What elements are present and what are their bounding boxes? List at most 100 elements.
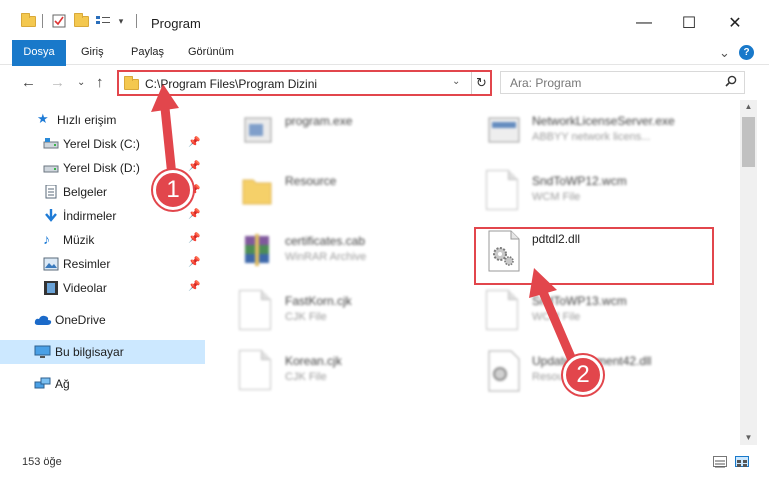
list-item[interactable]: Korean.cjk CJK File xyxy=(213,344,463,400)
sidebar-item-label: Videolar xyxy=(63,281,107,295)
list-item[interactable]: FastKorn.cjk CJK File xyxy=(213,284,463,340)
help-icon[interactable]: ? xyxy=(739,45,754,60)
list-item[interactable]: Resource xyxy=(213,164,463,220)
file-type: WinRAR Archive xyxy=(285,251,367,263)
minimize-button[interactable]: — xyxy=(621,8,667,38)
search-icon xyxy=(725,75,737,90)
sidebar-item-onedrive[interactable]: OneDrive xyxy=(0,308,205,332)
sidebar-item-label: Ağ xyxy=(55,377,70,391)
address-row: ← → ⌄ ↑ C:\Program Files\Program Dizini … xyxy=(0,66,769,98)
callout-badge-1: 1 xyxy=(153,170,193,210)
view-options-icon[interactable] xyxy=(95,14,111,28)
file-name: certificates.cab xyxy=(285,234,366,248)
sidebar-item-label: Müzik xyxy=(63,233,95,247)
window-title: Program xyxy=(151,16,201,31)
pin-icon[interactable]: 📌 xyxy=(188,137,200,148)
address-dropdown-icon[interactable]: ⌄ xyxy=(452,76,460,87)
file-name: SndToWP12.wcm xyxy=(532,174,627,188)
search-placeholder: Ara: Program xyxy=(510,76,582,90)
navigation-pane: ★ Hızlı erişim Yerel Disk (C:) 📌 Yerel D… xyxy=(0,100,205,445)
list-item[interactable]: SndToWP13.wcm WCM File xyxy=(460,284,710,340)
sidebar-item-label: Belgeler xyxy=(63,185,108,199)
details-view-icon[interactable] xyxy=(713,456,727,468)
star-icon: ★ xyxy=(37,111,49,126)
sidebar-item-local-disk-c[interactable]: Yerel Disk (C:) 📌 xyxy=(0,132,205,156)
file-type: WCM File xyxy=(532,311,581,323)
sidebar-item-quick-access[interactable]: ★ Hızlı erişim xyxy=(0,108,205,132)
up-button[interactable]: ↑ xyxy=(96,74,104,91)
pin-icon[interactable]: 📌 xyxy=(188,281,200,292)
recent-locations-button[interactable]: ⌄ xyxy=(77,77,85,88)
pin-icon[interactable]: 📌 xyxy=(188,209,200,220)
application-icon xyxy=(239,110,275,152)
list-item[interactable]: SndToWP12.wcm WCM File xyxy=(460,164,710,220)
folder-icon xyxy=(124,76,139,90)
network-icon xyxy=(34,377,51,391)
address-path[interactable]: C:\Program Files\Program Dizini xyxy=(145,77,317,91)
file-type: ABBYY network licens... xyxy=(532,131,651,143)
document-icon xyxy=(239,290,275,332)
pin-icon[interactable]: 📌 xyxy=(188,257,200,268)
sidebar-item-label: OneDrive xyxy=(55,313,106,327)
sidebar-item-label: Hızlı erişim xyxy=(57,113,117,127)
search-input[interactable]: Ara: Program xyxy=(500,71,745,94)
sidebar-item-videos[interactable]: Videolar 📌 xyxy=(0,276,205,300)
file-name: Resource xyxy=(285,174,337,188)
pin-icon[interactable]: 📌 xyxy=(188,233,200,244)
computer-icon xyxy=(34,345,51,359)
list-item[interactable]: NetworkLicenseServer.exe ABBYY network l… xyxy=(460,104,710,160)
vertical-scrollbar[interactable]: ▲ ▼ xyxy=(740,100,757,445)
new-folder-icon[interactable] xyxy=(73,12,89,28)
list-item[interactable]: program.exe xyxy=(213,104,463,160)
pictures-icon xyxy=(43,257,59,271)
sidebar-item-pictures[interactable]: Resimler 📌 xyxy=(0,252,205,276)
application-icon xyxy=(486,110,522,152)
file-name: FastKorn.cjk xyxy=(285,294,352,308)
document-icon xyxy=(486,170,522,212)
sidebar-item-music[interactable]: ♪ Müzik 📌 xyxy=(0,228,205,252)
file-name: SndToWP13.wcm xyxy=(532,294,627,308)
scroll-thumb[interactable] xyxy=(742,117,755,167)
tab-share[interactable]: Paylaş xyxy=(131,40,164,65)
large-icons-view-icon[interactable] xyxy=(735,456,749,467)
properties-icon[interactable] xyxy=(51,14,67,28)
callout-badge-2: 2 xyxy=(563,355,603,395)
videos-icon xyxy=(43,281,59,295)
file-name: NetworkLicenseServer.exe xyxy=(532,114,675,128)
item-count: 153 öğe xyxy=(22,456,62,468)
divider xyxy=(42,14,43,28)
customize-toolbar-icon[interactable]: ▾ xyxy=(113,14,129,28)
list-item[interactable]: certificates.cab WinRAR Archive xyxy=(213,224,463,280)
drive-icon xyxy=(43,161,59,175)
download-icon xyxy=(43,209,59,223)
scroll-down-icon[interactable]: ▼ xyxy=(740,431,757,445)
ribbon-expand-icon[interactable]: ⌄ xyxy=(719,40,730,65)
sidebar-item-label: İndirmeler xyxy=(63,209,117,223)
back-button[interactable]: ← xyxy=(21,74,36,91)
dll-gear-icon xyxy=(486,350,522,392)
folder-icon xyxy=(20,12,36,28)
archive-icon xyxy=(239,230,275,272)
document-icon xyxy=(239,350,275,392)
scroll-up-icon[interactable]: ▲ xyxy=(740,100,757,114)
address-bar[interactable]: C:\Program Files\Program Dizini ⌄ ↻ xyxy=(117,70,492,96)
tab-view[interactable]: Görünüm xyxy=(188,40,234,65)
highlight-box xyxy=(474,227,714,285)
refresh-button[interactable]: ↻ xyxy=(471,72,491,94)
file-type: CJK File xyxy=(285,311,327,323)
sidebar-item-this-pc[interactable]: Bu bilgisayar xyxy=(0,340,205,364)
documents-icon xyxy=(43,184,59,199)
sidebar-item-label: Bu bilgisayar xyxy=(55,345,124,359)
close-button[interactable]: ✕ xyxy=(712,8,758,38)
file-name: Korean.cjk xyxy=(285,354,342,368)
file-name: program.exe xyxy=(285,114,353,128)
forward-button[interactable]: → xyxy=(50,74,65,91)
pin-icon[interactable]: 📌 xyxy=(188,161,200,172)
maximize-button[interactable]: ☐ xyxy=(666,8,712,38)
tab-home[interactable]: Giriş xyxy=(81,40,104,65)
cloud-icon xyxy=(34,313,52,327)
file-type: CJK File xyxy=(285,371,327,383)
music-icon: ♪ xyxy=(43,231,50,247)
sidebar-item-label: Resimler xyxy=(63,257,111,271)
sidebar-item-network[interactable]: Ağ xyxy=(0,372,205,396)
